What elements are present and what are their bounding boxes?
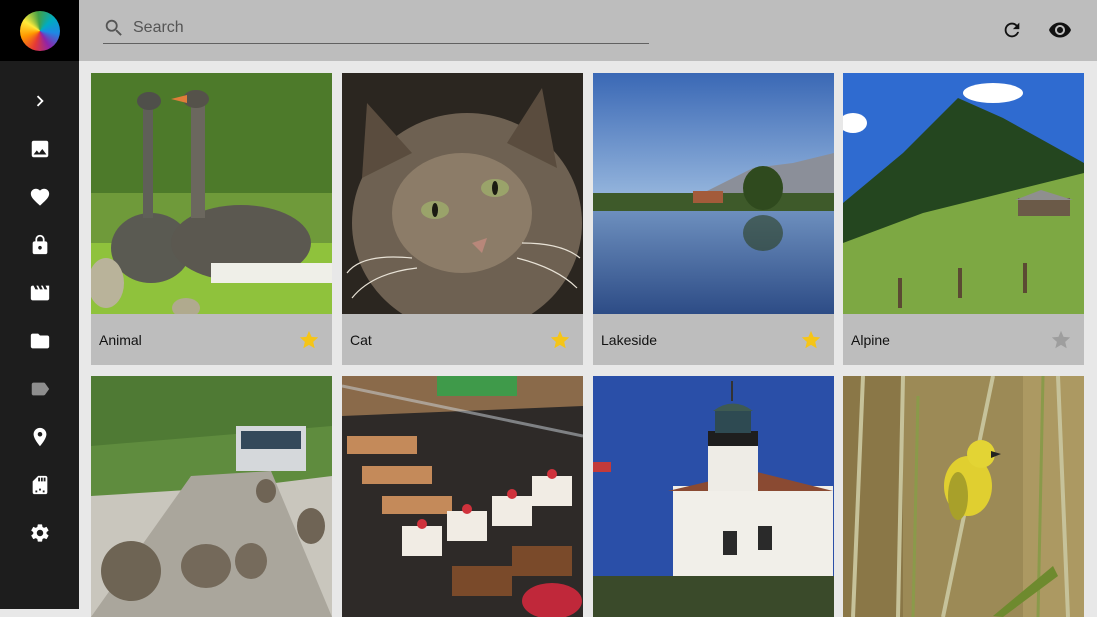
sidebar-item-library[interactable] <box>0 465 79 505</box>
search-input[interactable] <box>131 18 635 38</box>
image-icon <box>31 140 48 158</box>
eye-icon <box>1049 22 1071 38</box>
sidebar-item-videos[interactable] <box>0 273 79 313</box>
photo-title: Cat <box>350 331 372 348</box>
lock-icon <box>32 234 47 255</box>
sidebar-item-folders[interactable] <box>0 321 79 361</box>
view-toggle-button[interactable] <box>1046 16 1074 44</box>
weaver-bird-photo <box>843 376 1084 617</box>
pastry-photo <box>342 376 583 617</box>
photo-caption: Animal <box>91 314 332 365</box>
photo-thumbnail[interactable] <box>342 376 583 617</box>
favorite-star-icon[interactable] <box>549 329 571 351</box>
photo-card[interactable] <box>843 376 1084 617</box>
favorite-star-icon[interactable] <box>298 329 320 351</box>
photo-card[interactable] <box>91 376 332 617</box>
lakeside-photo <box>593 73 834 314</box>
sidebar <box>0 0 79 609</box>
movie-icon <box>30 285 49 301</box>
label-icon <box>31 382 49 396</box>
app-logo[interactable] <box>0 0 79 61</box>
photo-thumbnail-animal[interactable] <box>91 73 332 314</box>
photo-thumbnail-alpine[interactable] <box>843 73 1084 314</box>
cat-photo <box>342 73 583 314</box>
photo-card[interactable]: Animal <box>91 73 332 365</box>
sd-card-icon <box>32 475 47 495</box>
settings-icon <box>30 524 48 542</box>
photo-title: Alpine <box>851 331 890 348</box>
top-bar <box>79 0 1097 61</box>
sidebar-item-favorites[interactable] <box>0 177 79 217</box>
alpine-photo <box>843 73 1084 314</box>
favorite-star-icon[interactable] <box>1050 329 1072 351</box>
search-icon <box>105 19 122 36</box>
photo-card[interactable]: Alpine <box>843 73 1084 365</box>
sidebar-item-labels[interactable] <box>0 369 79 409</box>
place-icon <box>33 427 46 447</box>
photo-title: Lakeside <box>601 331 658 348</box>
folder-icon <box>30 333 49 349</box>
photo-card[interactable] <box>342 376 583 617</box>
favorite-star-icon[interactable] <box>800 329 822 351</box>
photo-card[interactable]: Cat <box>342 73 583 365</box>
sidebar-item-private[interactable] <box>0 225 79 265</box>
baboons-photo <box>91 376 332 617</box>
refresh-icon <box>1004 22 1020 38</box>
search-bar <box>103 13 649 44</box>
heart-icon <box>30 188 49 206</box>
chevron-right-icon <box>36 95 44 107</box>
photo-thumbnail-lakeside[interactable] <box>593 73 834 314</box>
photo-caption: Alpine <box>843 314 1084 365</box>
lighthouse-photo <box>593 376 834 617</box>
photo-card[interactable]: Lakeside <box>593 73 834 365</box>
photo-thumbnail-cat[interactable] <box>342 73 583 314</box>
geese-photo <box>91 73 332 314</box>
photo-caption: Cat <box>342 314 583 365</box>
expand-sidebar-button[interactable] <box>0 81 79 121</box>
photo-thumbnail[interactable] <box>593 376 834 617</box>
sidebar-item-photos[interactable] <box>0 129 79 169</box>
refresh-button[interactable] <box>998 16 1026 44</box>
photo-thumbnail[interactable] <box>91 376 332 617</box>
photo-caption: Lakeside <box>593 314 834 365</box>
sidebar-item-places[interactable] <box>0 417 79 457</box>
photo-card[interactable] <box>593 376 834 617</box>
logo-icon <box>19 10 60 51</box>
photo-title: Animal <box>99 331 142 348</box>
photo-thumbnail[interactable] <box>843 376 1084 617</box>
sidebar-item-settings[interactable] <box>0 513 79 553</box>
